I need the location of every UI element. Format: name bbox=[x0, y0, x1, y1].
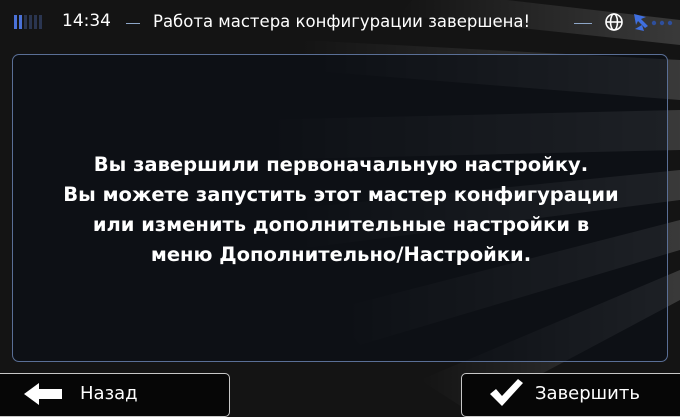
message-line: Вы завершили первоначальную настройку. bbox=[93, 153, 589, 176]
message-line: или изменить дополнительные настройки в bbox=[92, 213, 590, 236]
title-divider-right bbox=[574, 23, 592, 24]
back-button[interactable]: Назад bbox=[0, 373, 230, 417]
message-panel: Вы завершили первоначальную настройку. В… bbox=[12, 54, 668, 362]
page-title: Работа мастера конфигурации завершена! bbox=[153, 12, 531, 31]
signal-strength-icon bbox=[14, 15, 46, 29]
status-bar: 14:34 Работа мастера конфигурации заверш… bbox=[0, 0, 680, 44]
arrow-left-icon bbox=[24, 383, 64, 405]
satellite-icon bbox=[632, 11, 676, 33]
message-line: Вы можете запустить этот мастер конфигур… bbox=[63, 183, 619, 206]
message-line: меню Дополнительно/Настройки. bbox=[150, 243, 532, 266]
finish-button-label: Завершить bbox=[535, 383, 640, 404]
checkmark-icon bbox=[488, 378, 524, 408]
finish-button[interactable]: Завершить bbox=[461, 373, 680, 417]
completion-message: Вы завершили первоначальную настройку. В… bbox=[13, 150, 669, 270]
back-button-label: Назад bbox=[80, 383, 138, 404]
title-divider-left bbox=[126, 23, 140, 24]
clock-time: 14:34 bbox=[62, 11, 111, 31]
globe-icon[interactable] bbox=[604, 12, 624, 32]
